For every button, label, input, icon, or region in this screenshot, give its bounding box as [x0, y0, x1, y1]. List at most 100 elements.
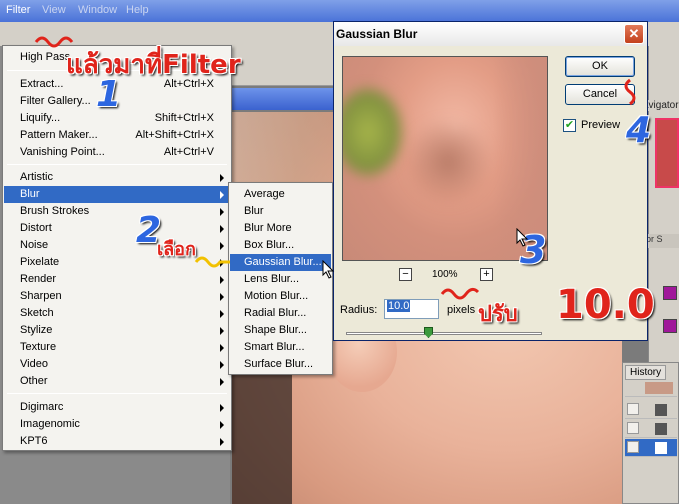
menu-item-label: Extract...: [20, 78, 64, 90]
menu-item-label: Vanishing Point...: [20, 146, 105, 158]
menu-item-label: Average: [244, 188, 285, 200]
shortcut-label: Shift+Ctrl+X: [154, 112, 214, 124]
cursor-icon: [516, 228, 529, 247]
menu-item-label: Artistic: [20, 171, 53, 183]
photo-shadow: [232, 372, 292, 504]
menu-item-label: Blur: [244, 205, 264, 217]
submenu-arrow-icon: [220, 276, 224, 284]
submenu-item-shape-blur[interactable]: Shape Blur...: [230, 322, 331, 339]
history-checkbox[interactable]: [627, 422, 639, 434]
radius-value: 10.0: [387, 300, 411, 312]
ok-button[interactable]: OK: [565, 56, 635, 77]
history-checkbox[interactable]: [627, 403, 639, 415]
menu-item-brush-strokes[interactable]: Brush Strokes: [4, 203, 230, 220]
submenu-item-surface-blur[interactable]: Surface Blur...: [230, 356, 331, 373]
menu-item-noise[interactable]: Noise: [4, 237, 230, 254]
radius-label: Radius:: [340, 304, 378, 316]
navigator-thumbnail[interactable]: [655, 118, 679, 188]
preview-label: Preview: [581, 119, 621, 131]
annotation-step5-value: 10.0: [556, 282, 655, 328]
submenu-item-gaussian-blur[interactable]: Gaussian Blur...: [230, 254, 331, 271]
history-item-active[interactable]: [625, 439, 677, 457]
menu-item-label: Distort: [20, 222, 52, 234]
radius-input[interactable]: 10.0: [384, 299, 439, 319]
history-item[interactable]: [625, 420, 677, 438]
submenu-item-box-blur[interactable]: Box Blur...: [230, 237, 331, 254]
history-checkbox[interactable]: [627, 441, 639, 453]
menu-item-render[interactable]: Render: [4, 271, 230, 288]
dialog-title: Gaussian Blur: [334, 22, 647, 46]
submenu-item-radial-blur[interactable]: Radial Blur...: [230, 305, 331, 322]
history-tab[interactable]: History: [625, 365, 667, 380]
menu-item-label: Sketch: [20, 307, 54, 319]
history-snapshot[interactable]: [625, 379, 677, 397]
submenu-item-smart-blur[interactable]: Smart Blur...: [230, 339, 331, 356]
zoom-out-button[interactable]: −: [399, 268, 412, 281]
menu-item-stylize[interactable]: Stylize: [4, 322, 230, 339]
menu-separator: [7, 164, 227, 165]
submenu-item-blur[interactable]: Blur: [230, 203, 331, 220]
submenu-arrow-icon: [220, 378, 224, 386]
submenu-arrow-icon: [220, 242, 224, 250]
submenu-arrow-icon: [220, 225, 224, 233]
menu-filter[interactable]: Filter: [6, 4, 30, 16]
zoom-level: 100%: [432, 269, 458, 280]
menu-item-digimarc[interactable]: Digimarc: [4, 399, 230, 416]
submenu-arrow-icon: [220, 344, 224, 352]
menu-item-sketch[interactable]: Sketch: [4, 305, 230, 322]
annotation-step1-text: แล้วมาที่Filter: [66, 50, 241, 80]
menu-item-label: Shape Blur...: [244, 324, 307, 336]
menu-item-label: KPT6: [20, 435, 48, 447]
menu-item-label: Motion Blur...: [244, 290, 309, 302]
menu-item-distort[interactable]: Distort: [4, 220, 230, 237]
menu-help[interactable]: Help: [126, 4, 149, 16]
preview-checkbox[interactable]: ✔: [563, 119, 576, 132]
menu-item-label: Noise: [20, 239, 49, 251]
menu-item-label: Gaussian Blur...: [244, 256, 322, 268]
preview-blob: [343, 87, 403, 177]
menu-item-imagenomic[interactable]: Imagenomic: [4, 416, 230, 433]
submenu-arrow-icon: [220, 310, 224, 318]
menu-item-blur[interactable]: Blur: [4, 186, 230, 203]
submenu-arrow-icon: [220, 327, 224, 335]
submenu-arrow-icon: [220, 438, 224, 446]
close-icon[interactable]: ✕: [624, 24, 644, 44]
menu-item-label: High Pass: [20, 51, 71, 63]
menu-item-label: Blur: [20, 188, 40, 200]
menu-item-artistic[interactable]: Artistic: [4, 169, 230, 186]
menu-item-texture[interactable]: Texture: [4, 339, 230, 356]
menu-item-vanishing-point[interactable]: Vanishing Point... Alt+Ctrl+V: [4, 144, 230, 161]
submenu-arrow-icon: [220, 421, 224, 429]
menu-item-kpt6[interactable]: KPT6: [4, 433, 230, 450]
shortcut-label: Alt+Shift+Ctrl+X: [135, 129, 214, 141]
menu-item-other[interactable]: Other: [4, 373, 230, 390]
menu-item-label: Render: [20, 273, 57, 285]
menu-item-label: Pixelate: [20, 256, 60, 268]
menu-item-label: Imagenomic: [20, 418, 80, 430]
menu-item-pattern-maker[interactable]: Pattern Maker... Alt+Shift+Ctrl+X: [4, 127, 230, 144]
snapshot-thumbnail: [645, 382, 673, 394]
submenu-item-motion-blur[interactable]: Motion Blur...: [230, 288, 331, 305]
menu-item-label: Video: [20, 358, 48, 370]
menu-item-label: Liquify...: [20, 112, 61, 124]
menu-item-label: Surface Blur...: [244, 358, 314, 370]
submenu-item-lens-blur[interactable]: Lens Blur...: [230, 271, 331, 288]
preview-blob: [403, 117, 493, 207]
submenu-arrow-icon: [220, 361, 224, 369]
history-item[interactable]: [625, 401, 677, 419]
submenu-arrow-icon: [220, 208, 224, 216]
menu-item-label: Radial Blur...: [244, 307, 307, 319]
radius-slider-thumb[interactable]: [424, 327, 433, 338]
submenu-item-average[interactable]: Average: [230, 186, 331, 203]
history-step-icon: [655, 442, 667, 454]
radius-slider-track[interactable]: [346, 332, 542, 335]
menu-item-video[interactable]: Video: [4, 356, 230, 373]
menu-item-label: Smart Blur...: [244, 341, 305, 353]
menu-view[interactable]: View: [42, 4, 66, 16]
menu-window[interactable]: Window: [78, 4, 117, 16]
submenu-arrow-icon: [220, 293, 224, 301]
submenu-item-blur-more[interactable]: Blur More: [230, 220, 331, 237]
menu-item-sharpen[interactable]: Sharpen: [4, 288, 230, 305]
menu-item-label: Sharpen: [20, 290, 62, 302]
zoom-in-button[interactable]: +: [480, 268, 493, 281]
